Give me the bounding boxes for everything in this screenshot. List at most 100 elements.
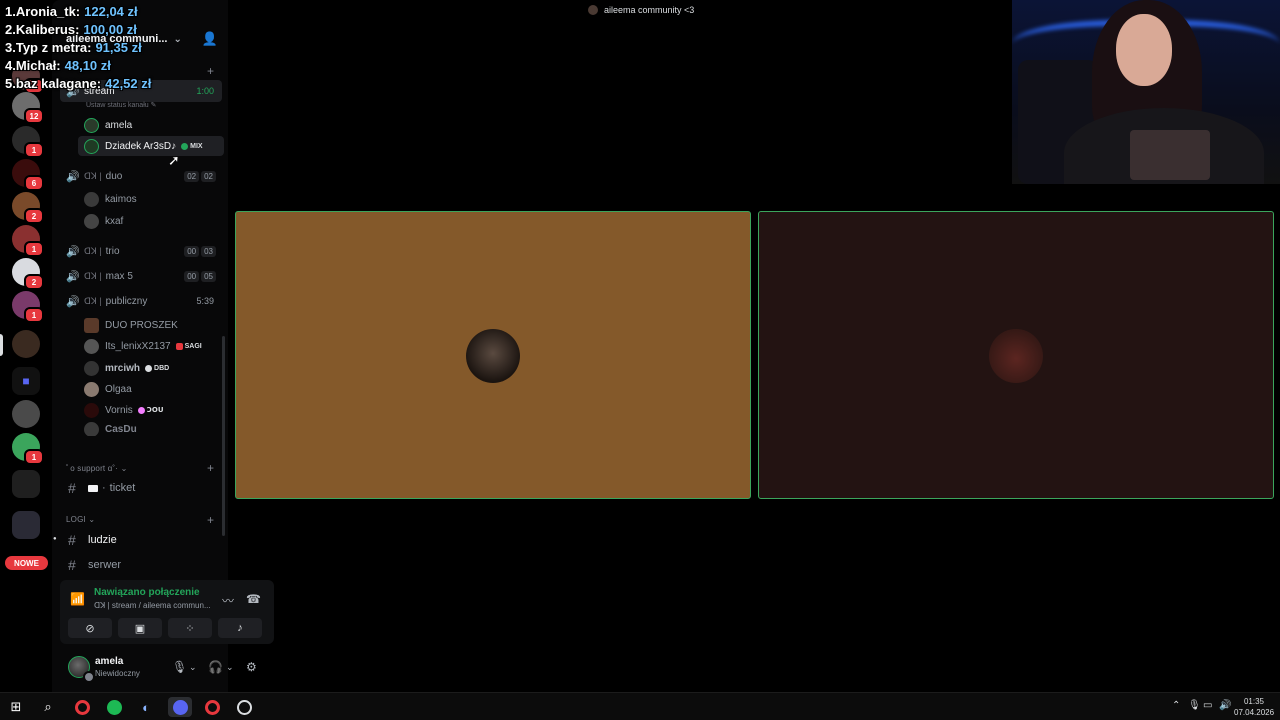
- server-icon-aileema[interactable]: [12, 330, 40, 358]
- microphone-icon[interactable]: 🎙: [1188, 700, 1201, 711]
- chevron-down-icon[interactable]: ⌄: [189, 662, 197, 673]
- add-channel-icon[interactable]: +: [207, 513, 214, 527]
- mention-badge: 1: [24, 307, 44, 323]
- voice-member[interactable]: Its_lenixX2137 SAGI: [84, 336, 224, 356]
- invite-people-icon[interactable]: 👤: [202, 31, 218, 47]
- server-icon[interactable]: [12, 400, 40, 428]
- server-icon[interactable]: 1: [12, 291, 44, 323]
- noise-suppression-icon[interactable]: 〰: [222, 592, 234, 609]
- avatar: [84, 402, 99, 418]
- opera-gx-icon[interactable]: [202, 697, 222, 717]
- headphones-icon[interactable]: 🎧: [208, 660, 223, 674]
- new-servers-badge[interactable]: NOWE: [5, 556, 48, 570]
- add-channel-icon[interactable]: +: [207, 461, 214, 475]
- soundboard-button[interactable]: ♪: [218, 618, 262, 638]
- voice-member[interactable]: Olgaa: [84, 379, 224, 399]
- search-icon[interactable]: ⌕: [38, 697, 58, 717]
- voice-channel-publiczny[interactable]: 🔊 ꓷꓘ | publiczny 5:39: [60, 290, 222, 312]
- mention-badge: 1: [24, 241, 44, 257]
- category-logi[interactable]: LOGI ⌄: [66, 515, 95, 524]
- channel-sidebar: aileema communi... ⌄ 👤 + 🔊 stream 1:00 U…: [52, 0, 274, 692]
- text-channel-serwer[interactable]: # serwer: [64, 554, 224, 576]
- voice-member[interactable]: kxaf: [84, 211, 224, 231]
- voice-member[interactable]: Dziadek Ar3sD♪ MIX: [78, 136, 224, 156]
- disconnect-icon[interactable]: ☎: [246, 592, 261, 606]
- speaker-icon: 🔊: [66, 295, 80, 308]
- system-clock[interactable]: 01:35 07.04.2026: [1234, 696, 1274, 718]
- server-icon[interactable]: 1: [12, 225, 44, 257]
- server-icon[interactable]: 2: [12, 192, 44, 224]
- server-folder-icon[interactable]: [12, 511, 40, 539]
- avatar: [84, 213, 99, 229]
- signal-icon: 📶: [70, 592, 85, 606]
- taskbar: ⊞ ⌕ ◐ ⌃ 🎙 ▭ 🔊 01:35 07.04.2026: [0, 692, 1280, 720]
- member-tag: DBD: [145, 364, 169, 372]
- voice-channel-title: aileema community <3: [588, 5, 694, 15]
- text-channel-ticket[interactable]: # · ticket: [64, 477, 224, 499]
- server-icon[interactable]: 2: [12, 258, 44, 290]
- activities-button[interactable]: ⁘: [168, 618, 212, 638]
- windows-start-icon[interactable]: ⊞: [6, 697, 26, 717]
- voice-member[interactable]: CasDu: [84, 422, 224, 436]
- voice-connected-status[interactable]: Nawiązano połączenie: [94, 587, 200, 598]
- channel-timer: 5:39: [196, 296, 214, 306]
- gear-icon[interactable]: ⚙: [246, 660, 257, 674]
- voice-member[interactable]: amela: [84, 115, 224, 135]
- microphone-icon[interactable]: 🎙: [172, 660, 187, 674]
- camera-off-icon: ⊘: [85, 622, 95, 635]
- server-avatar: [588, 5, 598, 15]
- unread-indicator: ●: [53, 536, 57, 542]
- participant-avatar: [989, 329, 1043, 383]
- network-icon[interactable]: ▭: [1203, 700, 1212, 711]
- avatar: [84, 117, 99, 133]
- voice-member[interactable]: mrciwh DBD: [84, 358, 224, 378]
- voice-member[interactable]: Vornis ꓛꓳꓴ: [84, 400, 224, 420]
- server-rail: 2 12 1 6 2 1 2 1 ■ 1 NOWE: [0, 0, 52, 692]
- chevron-down-icon[interactable]: ⌄: [226, 662, 234, 673]
- voice-member[interactable]: DUO PROSZEK: [84, 315, 224, 335]
- opera-gx-icon[interactable]: [72, 697, 92, 717]
- leaderboard-entry: 3.Typ z metra: 91,35 zł: [5, 40, 142, 55]
- discord-icon[interactable]: [168, 697, 192, 717]
- server-icon[interactable]: 1: [12, 433, 44, 465]
- avatar: [84, 338, 99, 354]
- category-support[interactable]: ﾟo support ɑ˚· ⌄: [66, 463, 127, 474]
- webcam-overlay: [1012, 0, 1280, 184]
- server-icon[interactable]: 12: [12, 92, 44, 124]
- camera-toggle-button[interactable]: ⊘: [68, 618, 112, 638]
- steam-icon[interactable]: ◐: [136, 697, 156, 717]
- user-name[interactable]: amela: [95, 656, 123, 667]
- user-count: 02 02: [184, 170, 216, 182]
- sidebar-scrollbar[interactable]: [222, 336, 225, 536]
- envelope-icon: [88, 484, 98, 492]
- screen-share-button[interactable]: ▣: [118, 618, 162, 638]
- spotify-icon[interactable]: [104, 697, 124, 717]
- app-icon[interactable]: [234, 697, 254, 717]
- participant-tile[interactable]: [235, 211, 751, 499]
- mention-badge: 1: [24, 142, 44, 158]
- hash-icon: #: [68, 480, 76, 496]
- voice-channel-path[interactable]: ꓷꓘ | stream / aileema commun...: [94, 601, 211, 610]
- voice-channel-max-5[interactable]: 🔊 ꓷꓘ | max 5 00 05: [60, 265, 222, 287]
- server-icon[interactable]: 6: [12, 159, 44, 191]
- chevron-up-icon[interactable]: ⌃: [1172, 700, 1180, 711]
- status-indicator: [83, 671, 95, 683]
- voice-channel-duo[interactable]: 🔊 ꓷꓘ | duo 02 02: [60, 165, 222, 187]
- folder-icon[interactable]: ■: [12, 367, 40, 395]
- mention-badge: 1: [24, 449, 44, 465]
- set-channel-status[interactable]: Ustaw status kanału ✎: [86, 101, 156, 109]
- avatar: [84, 422, 99, 436]
- channel-timer: 1:00: [196, 86, 214, 96]
- voice-channel-trio[interactable]: 🔊 ꓷꓘ | trio 00 03: [60, 240, 222, 262]
- volume-icon[interactable]: 🔊: [1219, 700, 1231, 711]
- participant-tile[interactable]: [758, 211, 1274, 499]
- text-channel-ludzie[interactable]: # ludzie: [64, 529, 224, 551]
- server-folder-icon[interactable]: [12, 470, 40, 498]
- voice-member[interactable]: kaimos: [84, 189, 224, 209]
- chevron-down-icon: ⌄: [173, 33, 182, 45]
- speaker-icon: 🔊: [66, 245, 80, 258]
- server-icon[interactable]: 1: [12, 126, 44, 158]
- add-channel-icon[interactable]: +: [207, 64, 214, 78]
- donation-leaderboard: 1.Aronia_tk: 122,04 zł 2.Kaliberus: 100,00…: [5, 4, 151, 94]
- soundboard-icon: ♪: [237, 622, 243, 634]
